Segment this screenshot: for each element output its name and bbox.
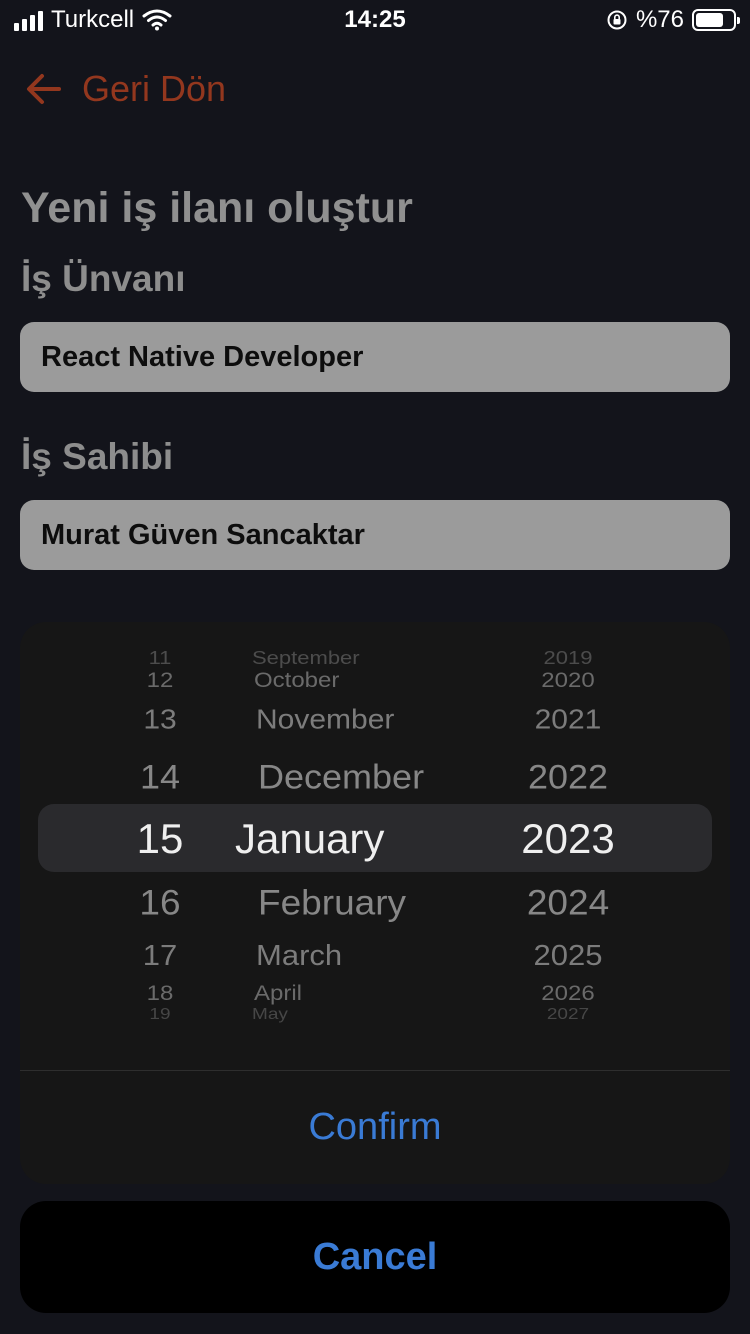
wheel-row[interactable]: 17 March 2025	[20, 936, 730, 975]
back-label: Geri Dön	[82, 68, 227, 109]
wheel-year-value: 2020	[541, 668, 595, 693]
wheel-day-value: 13	[143, 704, 177, 735]
wheel-row[interactable]: 12 October 2020	[20, 666, 730, 696]
job-title-input[interactable]: React Native Developer	[20, 322, 730, 392]
arrow-left-icon	[27, 74, 61, 104]
wheel-row[interactable]: 14 December 2022	[20, 754, 730, 799]
orientation-lock-icon	[607, 10, 627, 30]
wheel-month-value: October	[254, 668, 340, 693]
wheel-day-value: 15	[136, 815, 184, 862]
wheel-row[interactable]: 16 February 2024	[20, 880, 730, 926]
wheel-row-selected[interactable]: 15 January 2023	[20, 812, 730, 865]
battery-nub	[737, 17, 740, 24]
wheel-month-value: January	[235, 815, 385, 862]
wheel-month-value: November	[256, 704, 395, 735]
wheel-year-value: 2021	[534, 704, 602, 735]
wheel-day-value: 14	[139, 756, 181, 797]
wheel-month-value: May	[252, 1005, 288, 1024]
owner-input[interactable]: Murat Güven Sancaktar	[20, 500, 730, 570]
page-title: Yeni iş ilanı oluştur	[21, 184, 413, 232]
cancel-button[interactable]: Cancel	[20, 1201, 730, 1313]
owner-label: İş Sahibi	[21, 436, 174, 477]
status-right: %76	[606, 6, 740, 34]
wheel-day-value: 17	[142, 939, 178, 972]
wheel-year-value: 2023	[521, 815, 615, 862]
wheel-year-value: 2022	[527, 756, 609, 797]
battery-percentage: %76	[635, 6, 684, 33]
wheel-month-value: March	[256, 939, 343, 972]
date-picker-wheel[interactable]: 11 September 2019 12 October 2020 13 November 20…	[20, 622, 730, 1070]
wheel-day-value: 19	[149, 1005, 171, 1024]
wheel-day-value: 16	[139, 882, 181, 923]
battery-icon	[692, 9, 740, 31]
date-picker-sheet: 11 September 2019 12 October 2020 13 November 20…	[20, 622, 730, 1184]
wheel-month-value: December	[258, 756, 425, 797]
screen: Turkcell 14:25 %76 Geri Dön Yeni iş ilan…	[0, 0, 750, 1334]
job-title-label: İş Ünvanı	[21, 258, 186, 299]
wheel-row[interactable]: 19 May 2027	[20, 1003, 730, 1027]
confirm-button[interactable]: Confirm	[20, 1071, 730, 1184]
wheel-year-value: 2024	[526, 882, 610, 923]
battery-fill	[696, 13, 724, 27]
wheel-year-value: 2027	[546, 1005, 590, 1024]
wheel-month-value: February	[258, 882, 407, 923]
status-bar: Turkcell 14:25 %76	[0, 0, 750, 40]
wheel-row[interactable]: 13 November 2021	[20, 701, 730, 739]
back-button[interactable]: Geri Dön	[24, 66, 226, 112]
wheel-year-value: 2025	[533, 939, 603, 972]
wheel-day-value: 12	[146, 668, 174, 693]
